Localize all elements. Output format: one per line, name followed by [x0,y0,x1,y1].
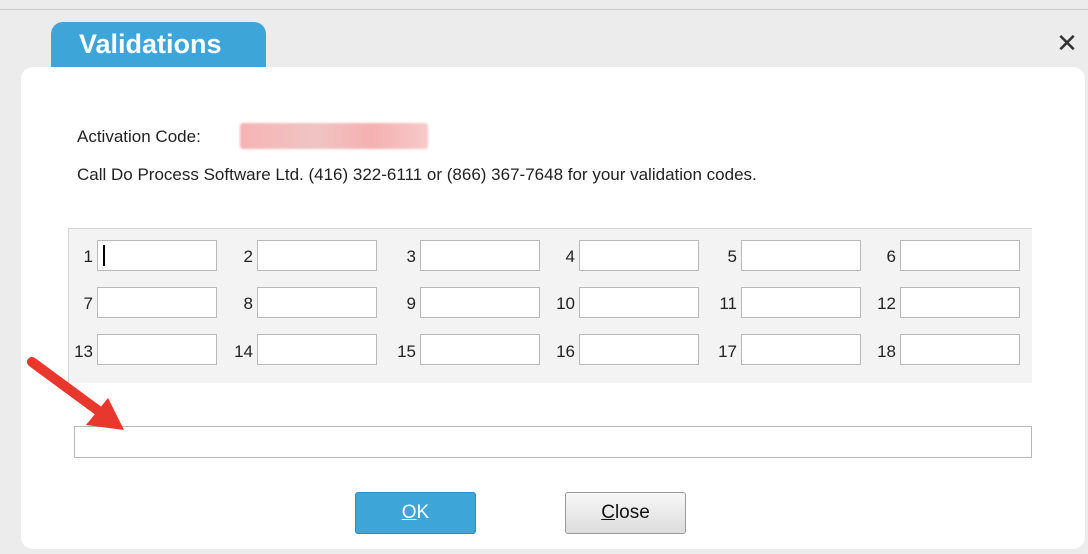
validation-code-9-input[interactable] [420,287,540,318]
close-button[interactable]: Close [565,492,686,534]
field-number-12: 12 [877,294,896,313]
annotation-arrow-icon [27,357,124,430]
field-number-17: 17 [718,342,737,361]
close-icon[interactable]: ✕ [1055,30,1079,58]
field-number-8: 8 [243,294,253,313]
field-number-11: 11 [719,294,737,313]
text-caret [103,245,105,266]
close-mnemonic: C [601,502,615,523]
field-number-10: 10 [556,294,575,313]
validation-code-5-input[interactable] [741,240,861,271]
field-number-2: 2 [243,247,253,266]
dialog-title: Validations [51,22,266,68]
activation-code-value-redacted [240,123,428,149]
activation-code-label: Activation Code: [77,127,201,146]
validation-code-12-input[interactable] [900,287,1020,318]
validation-code-6-input[interactable] [900,240,1020,271]
field-number-6: 6 [886,247,896,266]
validation-code-1-input[interactable] [97,240,217,271]
validations-dialog: Validations ✕ Activation Code: Call Do P… [0,0,1088,554]
validation-code-17-input[interactable] [741,334,861,365]
validation-code-15-input[interactable] [420,334,540,365]
validation-code-14-input[interactable] [257,334,377,365]
field-number-4: 4 [565,247,575,266]
validation-code-2-input[interactable] [257,240,377,271]
validation-code-4-input[interactable] [579,240,699,271]
field-number-3: 3 [406,247,416,266]
field-number-16: 16 [556,342,575,361]
field-number-14: 14 [234,342,253,361]
field-number-1: 1 [83,247,93,266]
instructions-text: Call Do Process Software Ltd. (416) 322-… [77,165,757,184]
field-number-18: 18 [877,342,896,361]
field-number-15: 15 [397,342,416,361]
ok-label-rest: K [416,502,430,523]
validation-result-field[interactable] [74,426,1032,458]
close-label-rest: lose [614,502,650,523]
validation-code-11-input[interactable] [741,287,861,318]
validation-code-16-input[interactable] [579,334,699,365]
field-number-9: 9 [406,294,416,313]
ok-button[interactable]: OK [355,492,476,534]
validation-code-18-input[interactable] [900,334,1020,365]
validation-code-3-input[interactable] [420,240,540,271]
validation-code-10-input[interactable] [579,287,699,318]
validation-code-8-input[interactable] [257,287,377,318]
top-divider [0,9,1088,10]
validation-code-7-input[interactable] [97,287,217,318]
field-number-5: 5 [727,247,737,266]
ok-mnemonic: O [401,502,417,523]
field-number-7: 7 [83,294,93,313]
